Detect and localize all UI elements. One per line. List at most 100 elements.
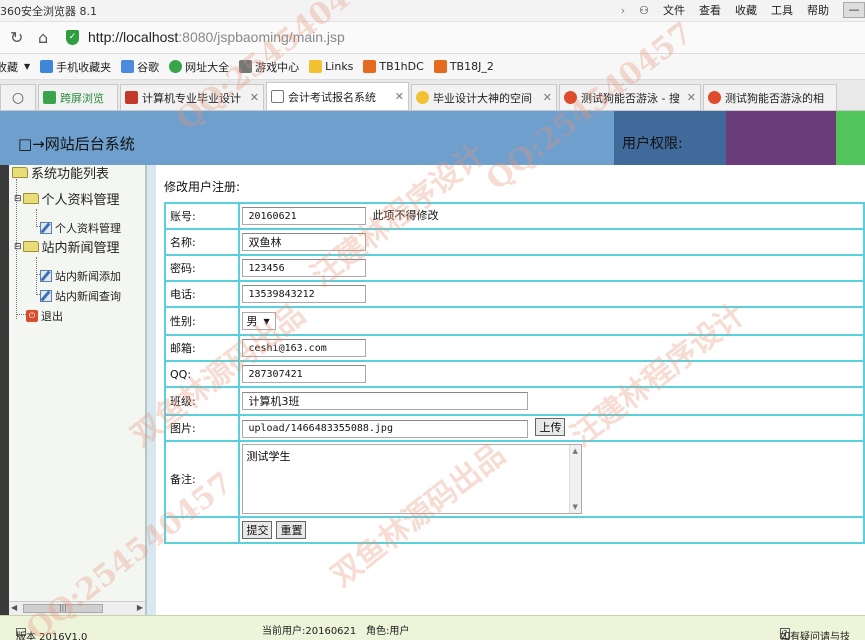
menu-file[interactable]: 文件 (663, 2, 685, 18)
back-arrow-icon[interactable]: › (621, 4, 625, 17)
class-cell (238, 386, 865, 416)
phone-icon (40, 60, 54, 73)
sidebar-horizontal-scrollbar[interactable]: ◀ ||| ▶ (9, 601, 145, 615)
name-input[interactable] (242, 233, 367, 251)
status-bar: 版本 2016V1.0 当前用户:20160621 角色:用户 ? 如有疑问请与技 (0, 615, 865, 640)
close-icon[interactable]: ✕ (539, 91, 552, 104)
folder-icon (309, 60, 323, 73)
sidebar-item-label: 站内新闻查询 (55, 290, 121, 303)
tab-reload-area[interactable]: ○ (0, 84, 36, 110)
tab-cross-screen[interactable]: 跨屏浏览 (38, 84, 118, 110)
form-caption: 修改用户注册: (164, 180, 241, 194)
tab-accounting-exam[interactable]: 会计考试报名系统 ✕ (266, 82, 409, 110)
fav-label: 收藏 (0, 60, 18, 74)
fav-label: Links (325, 60, 354, 73)
tree-collapse-icon: ⊟ (14, 193, 22, 204)
tree-group-profile[interactable]: ⊟ 个人资料管理 (14, 189, 120, 208)
url-host: http://localhost (88, 29, 179, 45)
tree-group-news[interactable]: ⊟ 站内新闻管理 (14, 237, 120, 256)
fav-directory[interactable]: 网址大全 (169, 59, 229, 75)
fav-games[interactable]: 游戏中心 (239, 59, 299, 75)
permission-label: 用户权限: (622, 136, 683, 152)
account-cell: 此项不得修改 (238, 202, 865, 230)
scrollbar-thumb[interactable]: ||| (23, 604, 103, 613)
image-path-input[interactable] (242, 419, 529, 438)
tree-line (16, 314, 26, 315)
submit-button[interactable]: 提交 (242, 521, 273, 539)
form-row-email: 邮箱: (163, 334, 865, 362)
account-input[interactable] (242, 207, 367, 226)
phone-label: 电话: (163, 280, 241, 308)
reset-button[interactable]: 重置 (276, 521, 307, 539)
account-note: 此项不得修改 (372, 208, 439, 222)
qq-input[interactable] (242, 365, 367, 383)
fav-google[interactable]: 谷歌 (121, 59, 159, 75)
remark-textarea[interactable]: 测试学生 (242, 444, 583, 514)
menu-tools[interactable]: 工具 (771, 2, 793, 18)
sidebar-item-exit[interactable]: ⏻ 退出 (26, 308, 63, 324)
main-content: 修改用户注册: 账号: 此项不得修改 名称: 密码: 电话: 性别: 男▼ 邮箱… (156, 165, 865, 615)
name-cell (238, 228, 865, 256)
tab-label: 测试狗能否游泳 - 搜 (581, 91, 680, 105)
user-icon[interactable]: ⚇ (639, 4, 649, 17)
remark-cell: 测试学生 ▲ ▼ (238, 440, 865, 518)
browser-menu-bar: › ⚇ 文件 查看 收藏 工具 帮助 — (607, 2, 865, 18)
scroll-left-icon[interactable]: ◀ (11, 603, 17, 612)
tab-dog-swim-search[interactable]: 测试狗能否游泳 - 搜 ✕ (559, 84, 701, 110)
password-cell (238, 254, 865, 282)
tab-label: 测试狗能否游泳的相 (725, 91, 824, 105)
folder-open-icon (12, 167, 28, 178)
sidebar-item-news-add[interactable]: 站内新闻添加 (40, 268, 121, 284)
folder-open-icon (22, 241, 39, 252)
fav-tb2[interactable]: TB18J_2 (433, 60, 494, 73)
password-input[interactable] (242, 259, 367, 277)
sidebar-item-label: 站内新闻添加 (55, 270, 121, 283)
scroll-right-icon[interactable]: ▶ (137, 603, 143, 612)
remark-label: 备注: (163, 440, 241, 518)
email-input[interactable] (242, 339, 367, 357)
class-input[interactable] (242, 392, 529, 410)
url-field[interactable]: http://localhost:8080/jspbaoming/main.js… (88, 29, 345, 45)
exit-icon: ⏻ (26, 310, 38, 322)
scroll-down-icon[interactable]: ▼ (572, 503, 577, 511)
menu-view[interactable]: 查看 (699, 2, 721, 18)
textarea-scrollbar[interactable]: ▲ ▼ (569, 445, 582, 513)
taobao-icon (363, 60, 377, 73)
tab-label: 会计考试报名系统 (288, 90, 376, 104)
upload-button[interactable]: 上传 (535, 418, 566, 437)
tab-dog-swim-related[interactable]: 测试狗能否游泳的相 (703, 84, 837, 110)
sidebar-item-profile[interactable]: 个人资料管理 (40, 220, 121, 236)
gender-select[interactable]: 男 ▼ (242, 312, 277, 330)
menu-favorites[interactable]: 收藏 (735, 2, 757, 18)
tree-group-label: 站内新闻管理 (41, 241, 120, 256)
email-label: 邮箱: (163, 334, 241, 362)
dropdown-icon: ▼ (24, 62, 31, 71)
tree-root-label: 系统功能列表 (31, 167, 110, 182)
tree-root[interactable]: 系统功能列表 (12, 163, 109, 182)
frame-splitter[interactable] (146, 165, 156, 615)
form-row-account: 账号: 此项不得修改 (163, 202, 865, 230)
tree-line (36, 257, 37, 295)
fav-favorites[interactable]: 收藏 ▼ (0, 59, 30, 75)
version-label: 版本 2016V1.0 (16, 632, 88, 640)
menu-help[interactable]: 帮助 (807, 2, 829, 18)
sidebar-item-label: 个人资料管理 (55, 222, 121, 235)
tab-design-space[interactable]: 毕业设计大神的空间 ✕ (411, 84, 557, 110)
account-label: 账号: (163, 202, 241, 230)
fav-tb1[interactable]: TB1hDC (363, 60, 424, 73)
tab-graduation-design[interactable]: 计算机专业毕业设计 ✕ (120, 84, 264, 110)
qq-cell (238, 360, 865, 388)
minimize-icon[interactable]: — (843, 2, 865, 18)
scroll-up-icon[interactable]: ▲ (572, 447, 577, 455)
form-row-phone: 电话: (163, 280, 865, 308)
close-icon[interactable]: ✕ (683, 91, 696, 104)
refresh-icon[interactable]: ↻ (10, 28, 23, 47)
phone-input[interactable] (242, 285, 367, 303)
help-label: 如有疑问请与技 (780, 632, 850, 640)
close-icon[interactable]: ✕ (391, 90, 404, 103)
fav-links[interactable]: Links (309, 60, 353, 73)
close-icon[interactable]: ✕ (246, 91, 259, 104)
sidebar-item-news-query[interactable]: 站内新闻查询 (40, 288, 121, 304)
home-icon[interactable]: ⌂ (38, 28, 48, 47)
fav-mobile[interactable]: 手机收藏夹 (40, 59, 111, 75)
